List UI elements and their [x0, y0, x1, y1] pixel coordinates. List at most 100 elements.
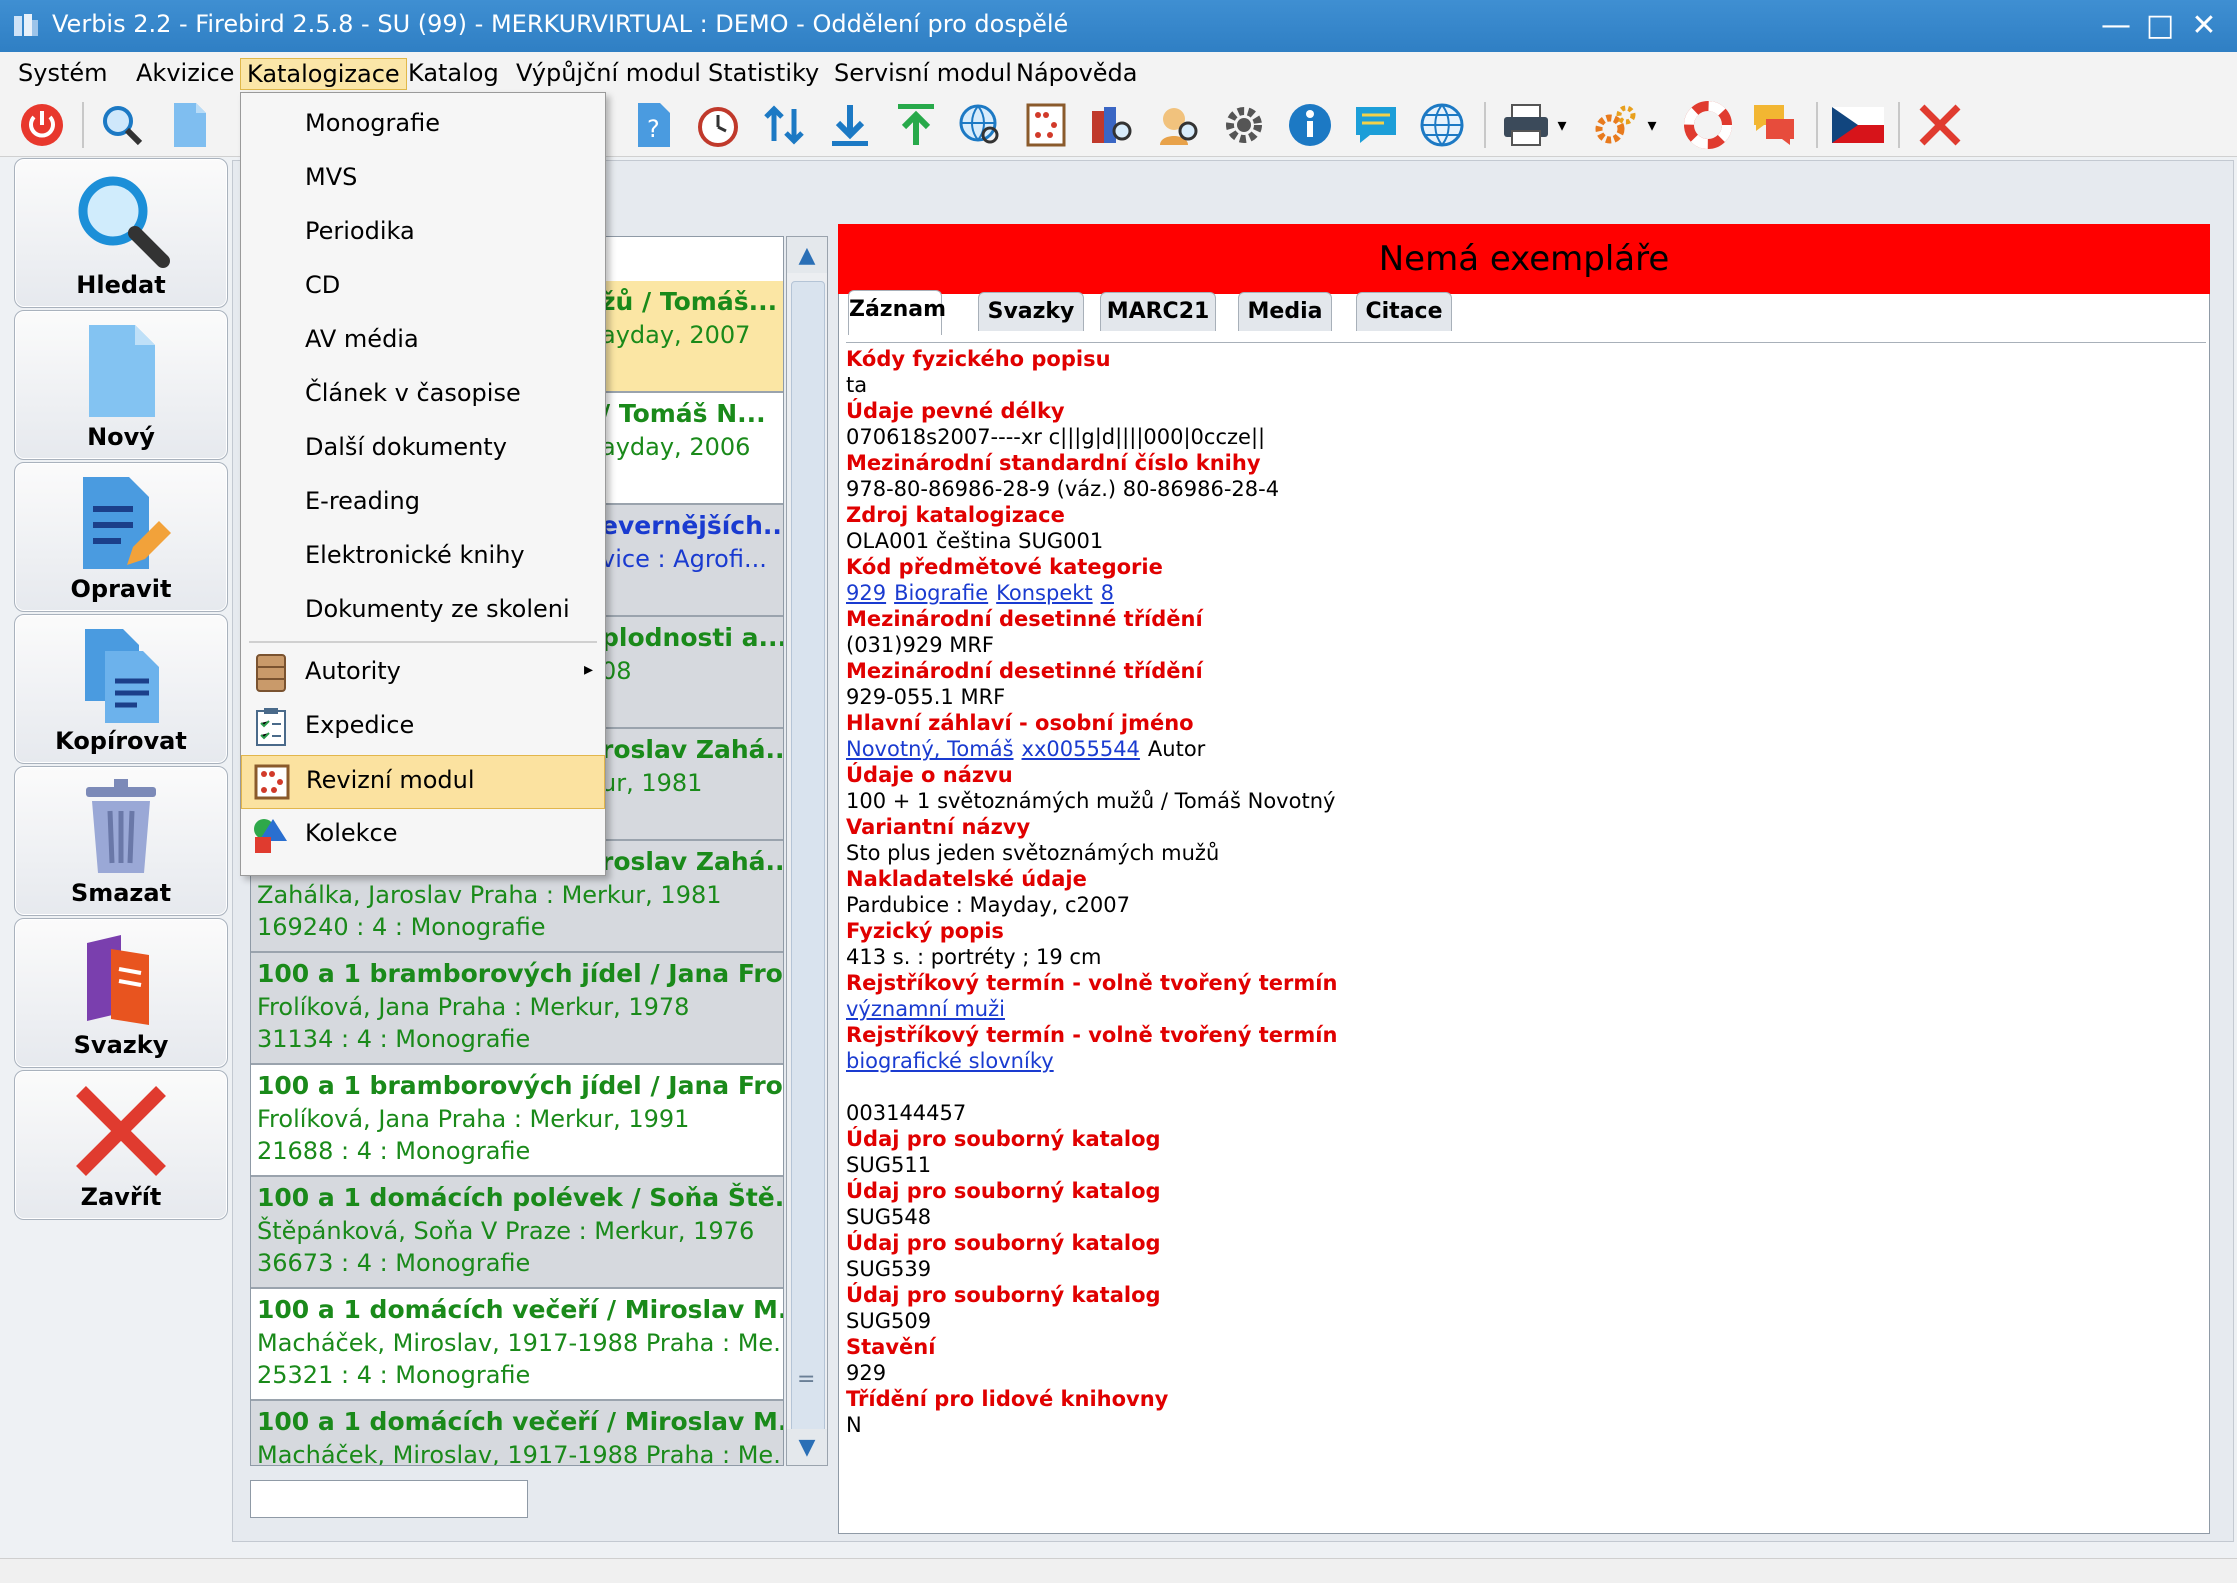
menu-item-clanek-v-casopise[interactable]: Článek v časopise [241, 369, 605, 421]
new-document-icon [15, 321, 227, 421]
menu-item-expedice[interactable]: Expedice [241, 701, 605, 753]
menu-katalog[interactable]: Katalog [402, 58, 505, 88]
copy-icon [15, 625, 227, 725]
tab-svazky[interactable]: Svazky [978, 292, 1084, 331]
tab-citace[interactable]: Citace [1356, 292, 1452, 331]
chat-icon[interactable] [1348, 98, 1404, 152]
link[interactable]: biografické slovníky [846, 1049, 1054, 1073]
menu-item-mvs[interactable]: MVS [241, 153, 605, 205]
printer-icon[interactable] [1498, 98, 1554, 152]
list-item[interactable]: 100 a 1 domácích večeří / Miroslav M... … [251, 1289, 783, 1401]
sidebar-button-svazky[interactable]: Svazky [14, 918, 228, 1068]
submenu-arrow-icon: ▸ [583, 659, 593, 680]
menu-item-av-media[interactable]: AV média [241, 315, 605, 367]
search-icon [15, 169, 227, 269]
web-search-icon[interactable] [952, 98, 1008, 152]
menu-statistiky[interactable]: Statistiky [702, 58, 825, 88]
help-doc-icon[interactable]: ? [626, 98, 682, 152]
field-value: 929 Biografie Konspekt 8 [846, 581, 1122, 605]
link[interactable]: 8 [1101, 581, 1114, 605]
link[interactable]: Biografie [894, 581, 988, 605]
field-value: Novotný, Tomáš xx0055544 Autor [846, 737, 1205, 761]
list-item[interactable]: 100 a 1 domácích večeří / Miroslav M... … [251, 1401, 783, 1465]
list-item[interactable]: 100 a 1 bramborových jídel / Jana Fro...… [251, 1065, 783, 1177]
menu-system[interactable]: Systém [12, 58, 114, 88]
title-bar: Verbis 2.2 - Firebird 2.5.8 - SU (99) - … [0, 0, 2237, 52]
menu-servisni-modul[interactable]: Servisní modul [828, 58, 1018, 88]
gears-icon[interactable] [1588, 98, 1644, 152]
field-label: Zdroj katalogizace [846, 503, 1065, 527]
quick-search-input[interactable] [250, 1480, 528, 1518]
menu-akvizice[interactable]: Akvizice [130, 58, 240, 88]
link[interactable]: Novotný, Tomáš [846, 737, 1014, 761]
maximize-button[interactable]: □ [2138, 6, 2182, 46]
list-item[interactable]: 100 a 1 bramborových jídel / Jana Fro...… [251, 953, 783, 1065]
books-search-icon[interactable] [1084, 98, 1140, 152]
sort-icon[interactable] [756, 98, 812, 152]
menu-item-dalsi-dokumenty[interactable]: Další dokumenty [241, 423, 605, 475]
settings-icon[interactable] [1216, 98, 1272, 152]
menu-item-e-reading[interactable]: E-reading [241, 477, 605, 529]
close-icon[interactable] [1912, 98, 1968, 152]
field-value: 100 + 1 světoznámých mužů / Tomáš Novotn… [846, 789, 1336, 813]
field-label: Údaje o názvu [846, 763, 1013, 787]
link[interactable]: Konspekt [996, 581, 1092, 605]
info-icon[interactable] [1282, 98, 1338, 152]
menu-item-cd[interactable]: CD [241, 261, 605, 313]
link[interactable]: xx0055544 [1022, 737, 1140, 761]
sidebar-button-novy[interactable]: Nový [14, 310, 228, 460]
field-label: Mezinárodní standardní číslo knihy [846, 451, 1261, 475]
globe-icon[interactable] [1414, 98, 1470, 152]
scroll-up-button[interactable]: ▲ [787, 237, 827, 273]
field-label: Údaj pro souborný katalog [846, 1283, 1161, 1307]
field-label: Údaj pro souborný katalog [846, 1231, 1161, 1255]
printer-dropdown-icon[interactable]: ▾ [1552, 98, 1572, 152]
menu-vypujcni-modul[interactable]: Výpůjční modul [510, 58, 707, 88]
sidebar-button-hledat[interactable]: Hledat [14, 158, 228, 308]
link[interactable]: 929 [846, 581, 886, 605]
new-doc-icon[interactable] [162, 98, 218, 152]
list-item[interactable]: 100 a 1 domácích polévek / Soňa Ště... Š… [251, 1177, 783, 1289]
field-value: významní muži [846, 997, 1013, 1021]
menu-item-dokumenty-ze-skoleni[interactable]: Dokumenty ze skoleni [241, 585, 605, 637]
field-label: Třídění pro lidové knihovny [846, 1387, 1169, 1411]
scroll-down-button[interactable]: ▼ [787, 1429, 827, 1465]
close-icon [15, 1081, 227, 1181]
sidebar-button-smazat[interactable]: Smazat [14, 766, 228, 916]
sidebar-button-zavrit[interactable]: Zavřít [14, 1070, 228, 1220]
menu-item-kolekce[interactable]: Kolekce [241, 809, 605, 861]
tab-zaznam[interactable]: Záznam [848, 290, 946, 335]
abacus-icon[interactable] [1018, 98, 1074, 152]
sidebar-button-opravit[interactable]: Opravit [14, 462, 228, 612]
minimize-button[interactable]: — [2094, 6, 2138, 46]
lifebuoy-icon[interactable] [1680, 98, 1736, 152]
sidebar-button-kopirovat[interactable]: Kopírovat [14, 614, 228, 764]
menu-item-autority[interactable]: Autority ▸ [241, 647, 605, 699]
abacus-icon [254, 764, 290, 800]
tab-marc21[interactable]: MARC21 [1100, 292, 1216, 331]
messages-icon[interactable] [1746, 98, 1802, 152]
menu-item-revizni-modul[interactable]: Revizní modul [241, 755, 605, 809]
power-icon[interactable] [14, 98, 70, 152]
gears-dropdown-icon[interactable]: ▾ [1642, 98, 1662, 152]
field-label: Kód předmětové kategorie [846, 555, 1163, 579]
alarm-clock-icon[interactable] [690, 98, 746, 152]
menu-item-elektronicke-knihy[interactable]: Elektronické knihy [241, 531, 605, 583]
menu-item-monografie[interactable]: Monografie [241, 99, 605, 151]
download-icon[interactable] [822, 98, 878, 152]
user-search-icon[interactable] [1150, 98, 1206, 152]
scroll-thumb[interactable] [791, 281, 825, 1463]
menu-katalogizace[interactable]: Katalogizace [240, 58, 407, 90]
sidebar-label: Opravit [70, 575, 172, 603]
search-icon[interactable] [94, 98, 150, 152]
sidebar-label: Svazky [73, 1031, 169, 1059]
link[interactable]: významní muži [846, 997, 1005, 1021]
upload-icon[interactable] [888, 98, 944, 152]
czech-flag-icon[interactable] [1830, 98, 1886, 152]
menu-item-periodika[interactable]: Periodika [241, 207, 605, 259]
list-scrollbar[interactable]: ▲ = ▼ [786, 236, 828, 1466]
close-window-button[interactable]: ✕ [2182, 6, 2226, 46]
tab-media[interactable]: Media [1238, 292, 1332, 331]
menu-napoveda[interactable]: Nápověda [1010, 58, 1144, 88]
books-icon [15, 929, 227, 1029]
